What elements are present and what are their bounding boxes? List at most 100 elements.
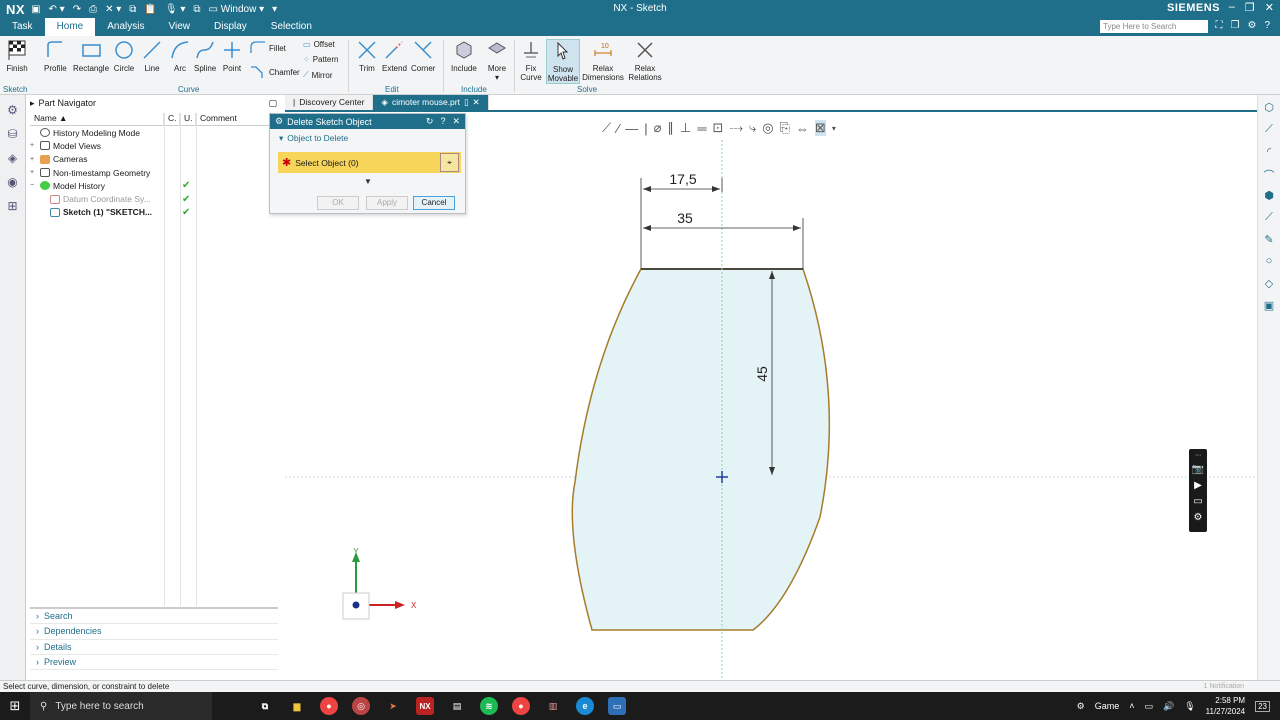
column-comment[interactable]: Comment xyxy=(196,113,276,125)
parallel-icon[interactable]: ∥ xyxy=(668,120,675,136)
tree-row-model-views[interactable]: + Model Views xyxy=(30,139,278,152)
rectangle-button[interactable]: Rectangle xyxy=(73,39,109,73)
panel-preview[interactable]: › Preview xyxy=(30,655,278,671)
tab-view[interactable]: View xyxy=(157,18,203,36)
tab-analysis[interactable]: Analysis xyxy=(95,18,156,36)
line-button[interactable]: Line xyxy=(141,39,163,73)
midpoint-icon[interactable]: ⤷ xyxy=(749,120,756,136)
show-constraints-icon[interactable]: ⊠ xyxy=(815,120,826,136)
taskbar-search[interactable]: ⚲ Type here to search xyxy=(30,692,212,720)
sketch-profile[interactable] xyxy=(571,268,831,631)
tab-discovery-center[interactable]: | Discovery Center xyxy=(285,95,374,110)
task-view-icon[interactable]: ⧉ xyxy=(256,697,274,715)
camera-icon[interactable]: 📷 xyxy=(1192,464,1204,475)
relax-dimensions-button[interactable]: 10 Relax Dimensions xyxy=(582,39,624,82)
axis-icon[interactable]: ⟋ xyxy=(1261,211,1277,227)
window-menu[interactable]: ▭ Window ▾ xyxy=(209,4,265,15)
point-on-curve-icon[interactable]: ⁄ xyxy=(617,121,619,136)
cancel-button[interactable]: Cancel xyxy=(413,196,455,210)
include-button[interactable]: Include xyxy=(451,39,477,73)
expand-icon[interactable]: + xyxy=(30,142,38,149)
dimension-half-width[interactable]: 17,5 xyxy=(669,171,696,187)
fix-curve-button[interactable]: Fix Curve xyxy=(519,39,543,82)
equal-radius-icon[interactable]: ⎘ xyxy=(780,120,790,136)
arc-tool-icon[interactable]: ◜ xyxy=(1261,145,1277,161)
block-icon[interactable]: ▣ xyxy=(1261,299,1277,315)
tree-row-cameras[interactable]: + Cameras xyxy=(30,153,278,166)
cube-icon[interactable]: ⬡ xyxy=(1261,101,1277,117)
curve-tool-icon[interactable]: ⌒ xyxy=(1261,167,1277,183)
show-movable-button[interactable]: Show Movable xyxy=(546,39,580,84)
app-icon[interactable]: ◎ xyxy=(352,697,370,715)
arc-button[interactable]: Arc xyxy=(169,39,191,73)
pin-icon[interactable]: ▯ xyxy=(464,95,469,110)
copy-icon[interactable]: ⧉ xyxy=(129,4,136,15)
mirror-button[interactable]: ⟋ Mirror xyxy=(303,70,333,80)
circle-tool-icon[interactable]: ○ xyxy=(1261,255,1277,271)
ok-button[interactable]: OK xyxy=(317,196,359,210)
game-icon[interactable]: ⚙ xyxy=(1077,701,1085,712)
windows-start-icon[interactable]: ⊞ xyxy=(0,692,30,720)
screen-icon[interactable]: ▭ xyxy=(1193,496,1202,507)
settings-icon[interactable]: ⚙ xyxy=(1247,20,1256,31)
tree-row-sketch[interactable]: Sketch (1) "SKETCH... ✔ xyxy=(30,206,278,219)
reuse-library-icon[interactable]: ⊞ xyxy=(5,199,21,215)
undo-icon[interactable]: ↶ ▾ xyxy=(49,4,65,15)
edge-icon[interactable]: e xyxy=(576,697,594,715)
tree-row-datum[interactable]: Datum Coordinate Sy... ✔ xyxy=(30,192,278,205)
point-button[interactable]: Point xyxy=(221,39,243,73)
more-button[interactable]: More ▾ xyxy=(486,39,508,82)
volume-icon[interactable]: 🔊 xyxy=(1163,701,1174,712)
tab-home[interactable]: Home xyxy=(44,18,96,36)
perpendicular-icon[interactable]: ⊥ xyxy=(680,120,691,136)
close-icon[interactable]: ✕ xyxy=(452,116,460,127)
chrome-profile-icon[interactable]: ● xyxy=(512,697,530,715)
notifications[interactable]: 1 Notification xyxy=(1204,681,1244,692)
column-c[interactable]: C. xyxy=(164,113,180,125)
fixed-icon[interactable]: ⊡ xyxy=(713,120,724,136)
solid-icon[interactable]: ⬢ xyxy=(1261,189,1277,205)
mic-tray-icon[interactable]: 🎙 xyxy=(1184,701,1195,712)
sketch-tool-icon[interactable]: ✎ xyxy=(1261,233,1277,249)
coincident-icon[interactable]: ⟋ xyxy=(602,120,611,136)
equal-length-icon[interactable]: ═ xyxy=(697,121,706,136)
expand-more-icon[interactable]: ▼ xyxy=(364,177,372,186)
customize-icon[interactable]: ▾ xyxy=(272,4,277,15)
dialog-titlebar[interactable]: ⚙ Delete Sketch Object ↻ ? ✕ xyxy=(270,114,465,129)
vertical-icon[interactable]: | xyxy=(644,121,647,136)
tab-part-file[interactable]: ◈ cimoter mouse.prt ▯ ✕ xyxy=(373,95,489,110)
paste-icon[interactable]: 📋 xyxy=(144,4,156,15)
chevron-down-icon[interactable]: ▾ xyxy=(832,124,836,133)
profile-button[interactable]: Profile xyxy=(44,39,67,73)
concentric-icon[interactable]: ◎ xyxy=(762,120,773,136)
reset-icon[interactable]: ↻ xyxy=(426,116,434,127)
tab-task[interactable]: Task xyxy=(0,18,45,36)
extend-button[interactable]: Extend xyxy=(382,39,407,73)
tangent-icon[interactable]: ⌀ xyxy=(654,120,662,136)
video-icon[interactable]: ▶ xyxy=(1194,480,1202,491)
minimize-icon[interactable]: – xyxy=(1229,1,1235,14)
save-icon[interactable]: ▣ xyxy=(31,4,40,15)
screen-app-icon[interactable]: ▭ xyxy=(608,697,626,715)
command-search-input[interactable]: Type Here to Search xyxy=(1100,20,1208,33)
web-browser-icon[interactable]: ◉ xyxy=(5,175,21,191)
relax-relations-button[interactable]: Relax Relations xyxy=(627,39,663,82)
expand-icon[interactable]: + xyxy=(30,156,38,163)
game-label[interactable]: Game xyxy=(1095,701,1120,711)
section-object-to-delete[interactable]: ▾ Object to Delete xyxy=(270,129,465,144)
mic-icon[interactable]: 🎙 ▾ xyxy=(165,4,186,15)
gear-icon[interactable]: ⚙ xyxy=(275,116,283,127)
pattern-button[interactable]: ⁘ Pattern xyxy=(303,55,339,64)
circle-button[interactable]: Circle xyxy=(113,39,135,73)
notification-badge[interactable]: 23 xyxy=(1255,700,1270,712)
print-icon[interactable]: ⎙ xyxy=(89,4,97,15)
close-tab-icon[interactable]: ✕ xyxy=(473,95,480,110)
gear-icon[interactable]: ⚙ xyxy=(1194,512,1203,523)
dimension-width[interactable]: 35 xyxy=(677,210,693,226)
tree-row-non-timestamp[interactable]: + Non-timestamp Geometry xyxy=(30,166,278,179)
nx-app-icon[interactable]: NX xyxy=(416,697,434,715)
chamfer-button[interactable]: Chamfer xyxy=(250,65,300,79)
maximize-icon[interactable]: ▢ xyxy=(268,98,277,109)
expand-icon[interactable]: + xyxy=(30,169,38,176)
trim-button[interactable]: Trim xyxy=(356,39,378,73)
